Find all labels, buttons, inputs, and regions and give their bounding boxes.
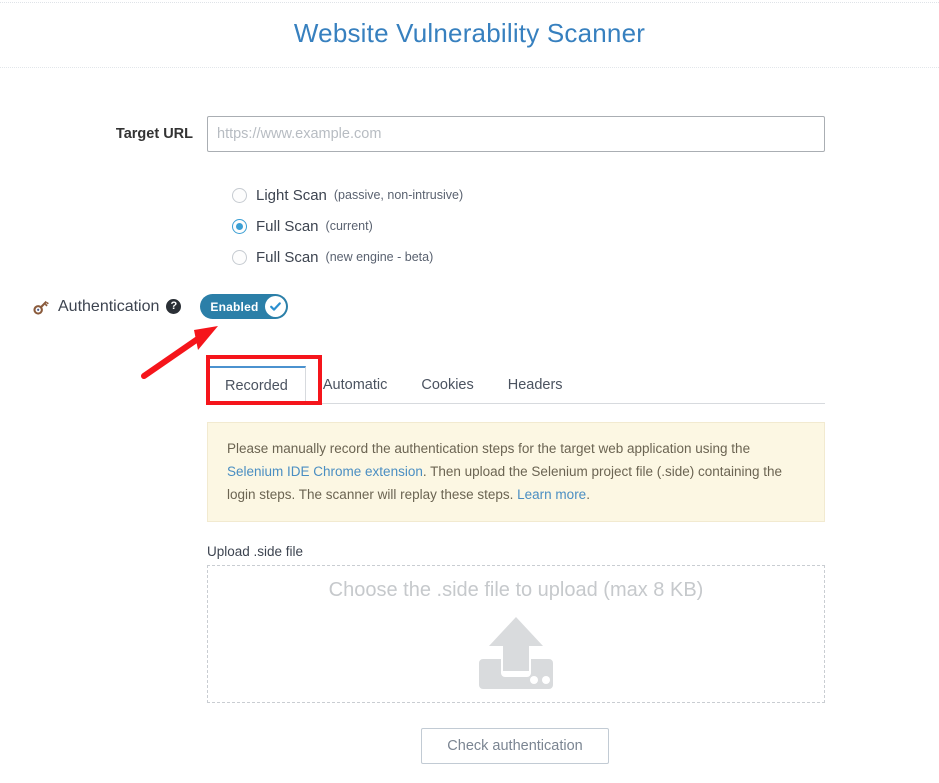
tab-label: Automatic bbox=[322, 376, 388, 393]
scan-option-label: Light Scan bbox=[256, 186, 327, 204]
question-mark-icon[interactable]: ? bbox=[166, 299, 182, 314]
scan-option-full-scan-beta[interactable]: Full Scan (new engine - beta) bbox=[232, 244, 463, 270]
target-url-row: Target URL bbox=[0, 116, 825, 152]
scan-option-light-scan[interactable]: Light Scan (passive, non-intrusive) bbox=[232, 182, 463, 208]
tab-recorded[interactable]: Recorded bbox=[207, 366, 306, 404]
tab-headers[interactable]: Headers bbox=[491, 366, 580, 403]
scan-option-full-scan-current[interactable]: Full Scan (current) bbox=[232, 213, 463, 239]
authentication-toggle-label: Enabled bbox=[210, 299, 259, 314]
page-title: Website Vulnerability Scanner bbox=[293, 18, 646, 48]
recorded-instructions-panel: Please manually record the authenticatio… bbox=[207, 422, 825, 522]
key-icon bbox=[33, 300, 49, 315]
authentication-toggle[interactable]: Enabled bbox=[200, 294, 289, 319]
upload-field-label: Upload .side file bbox=[207, 544, 304, 559]
radio-full-scan-current[interactable] bbox=[232, 218, 247, 234]
scan-type-options: Light Scan (passive, non-intrusive) Full… bbox=[232, 182, 463, 275]
tab-label: Cookies bbox=[421, 376, 474, 393]
upload-arrow-icon bbox=[477, 615, 555, 696]
tab-label: Recorded bbox=[225, 377, 288, 394]
dropzone-prompt: Choose the .side file to upload (max 8 K… bbox=[328, 579, 704, 601]
tab-automatic[interactable]: Automatic bbox=[306, 366, 404, 403]
checkmark-icon bbox=[270, 302, 282, 311]
radio-full-scan-beta[interactable] bbox=[232, 249, 247, 265]
toggle-knob bbox=[265, 296, 287, 317]
authentication-tabs: Recorded Automatic Cookies Headers bbox=[207, 366, 825, 404]
selenium-ide-link[interactable]: Selenium IDE Chrome extension bbox=[227, 464, 423, 479]
info-text-part-1: Please manually record the authenticatio… bbox=[227, 441, 751, 456]
scan-option-note: (current) bbox=[325, 219, 373, 233]
learn-more-link[interactable]: Learn more bbox=[517, 487, 586, 502]
scan-option-label: Full Scan bbox=[256, 248, 319, 266]
tab-label: Headers bbox=[507, 376, 563, 393]
radio-light-scan[interactable] bbox=[232, 187, 247, 203]
tab-cookies[interactable]: Cookies bbox=[404, 366, 490, 403]
side-file-dropzone[interactable]: Choose the .side file to upload (max 8 K… bbox=[207, 565, 825, 703]
check-authentication-button[interactable]: Check authentication bbox=[421, 728, 609, 764]
scan-option-note: (new engine - beta) bbox=[325, 250, 434, 264]
target-url-label: Target URL bbox=[115, 126, 193, 142]
authentication-title: Authentication bbox=[58, 297, 160, 315]
page-header: Website Vulnerability Scanner bbox=[0, 0, 939, 68]
scan-option-label: Full Scan bbox=[256, 217, 319, 235]
scan-option-note: (passive, non-intrusive) bbox=[333, 188, 464, 202]
info-text-part-3: . bbox=[586, 487, 590, 502]
target-url-input[interactable] bbox=[207, 116, 825, 152]
authentication-row: Authentication ? Enabled bbox=[32, 294, 289, 319]
